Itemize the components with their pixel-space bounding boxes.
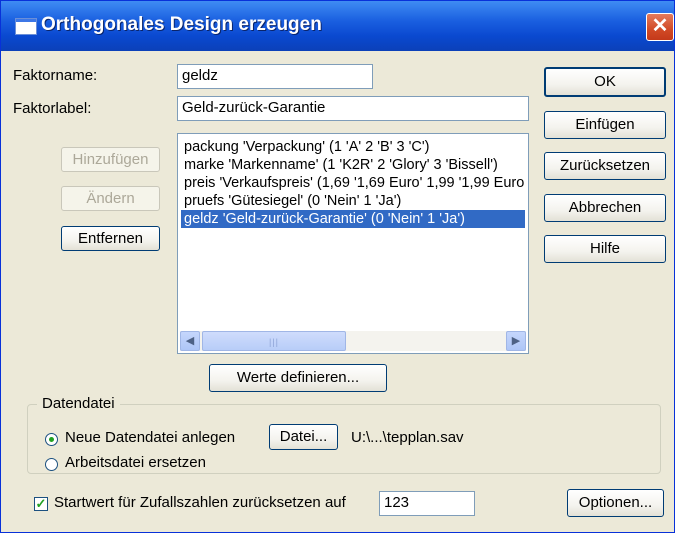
help-button[interactable]: Hilfe	[544, 235, 666, 263]
new-data-file-label[interactable]: Neue Datendatei anlegen	[65, 429, 235, 446]
options-button[interactable]: Optionen...	[567, 489, 664, 517]
list-item[interactable]: marke 'Markenname' (1 'K2R' 2 'Glory' 3 …	[181, 156, 525, 174]
replace-working-file-radio[interactable]	[45, 458, 58, 471]
factor-label-label: Faktorlabel:	[13, 100, 92, 117]
seed-input[interactable]: 123	[379, 491, 475, 516]
scroll-right-icon[interactable]: ▶	[506, 331, 526, 351]
scroll-thumb[interactable]: |||	[202, 331, 346, 351]
remove-button[interactable]: Entfernen	[61, 226, 160, 251]
dialog-window: Orthogonales Design erzeugen ✕ Faktornam…	[0, 0, 675, 533]
change-button[interactable]: Ändern	[61, 186, 160, 211]
data-file-group-title: Datendatei	[37, 395, 120, 412]
list-item-selected[interactable]: geldz 'Geld-zurück-Garantie' (0 'Nein' 1…	[181, 210, 525, 228]
define-values-button[interactable]: Werte definieren...	[209, 364, 387, 392]
horizontal-scrollbar[interactable]: ◀ ||| ▶	[180, 331, 526, 351]
seed-label[interactable]: Startwert für Zufallszahlen zurücksetzen…	[54, 494, 346, 511]
seed-checkbox[interactable]: ✓	[34, 497, 48, 511]
replace-working-file-label[interactable]: Arbeitsdatei ersetzen	[65, 454, 206, 471]
factor-list[interactable]: packung 'Verpackung' (1 'A' 2 'B' 3 'C')…	[177, 133, 529, 354]
factor-name-label: Faktorname:	[13, 67, 98, 84]
file-button[interactable]: Datei...	[269, 424, 338, 450]
paste-button[interactable]: Einfügen	[544, 111, 666, 139]
window-title: Orthogonales Design erzeugen	[41, 14, 322, 35]
close-button[interactable]: ✕	[646, 13, 674, 41]
add-button[interactable]: Hinzufügen	[61, 147, 160, 172]
factor-name-input[interactable]: geldz	[177, 64, 373, 89]
file-path: U:\...\tepplan.sav	[351, 429, 464, 446]
list-item[interactable]: packung 'Verpackung' (1 'A' 2 'B' 3 'C')	[181, 138, 525, 156]
cancel-button[interactable]: Abbrechen	[544, 194, 666, 222]
title-bar[interactable]: Orthogonales Design erzeugen ✕	[1, 1, 674, 51]
window-icon	[15, 18, 37, 35]
scroll-left-icon[interactable]: ◀	[180, 331, 200, 351]
ok-button[interactable]: OK	[544, 67, 666, 97]
list-item[interactable]: preis 'Verkaufspreis' (1,69 '1,69 Euro' …	[181, 174, 525, 192]
new-data-file-radio[interactable]	[45, 433, 58, 446]
list-item[interactable]: pruefs 'Gütesiegel' (0 'Nein' 1 'Ja')	[181, 192, 525, 210]
reset-button[interactable]: Zurücksetzen	[544, 152, 666, 180]
factor-label-input[interactable]: Geld-zurück-Garantie	[177, 96, 529, 121]
